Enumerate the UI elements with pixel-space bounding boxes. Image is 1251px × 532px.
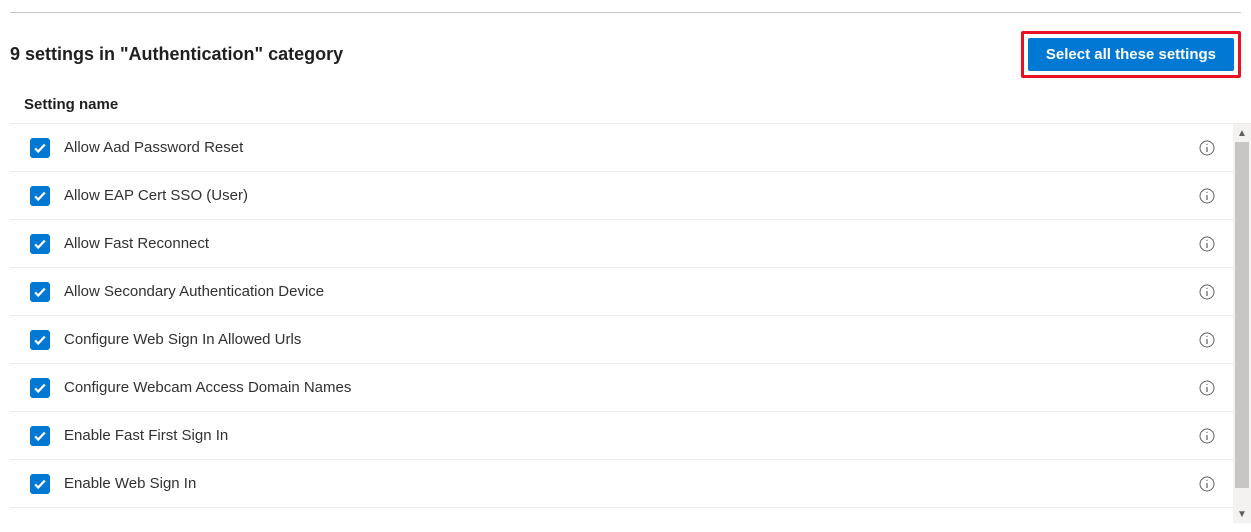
setting-row[interactable]: Configure Web Sign In Allowed Urls	[10, 316, 1233, 364]
setting-row[interactable]: Enable Web Sign In	[10, 460, 1233, 508]
info-icon[interactable]	[1199, 236, 1215, 252]
info-icon[interactable]	[1199, 332, 1215, 348]
checkbox-checked-icon[interactable]	[30, 330, 50, 350]
setting-row[interactable]: Configure Webcam Access Domain Names	[10, 364, 1233, 412]
setting-label: Allow Secondary Authentication Device	[64, 283, 1199, 300]
info-icon[interactable]	[1199, 380, 1215, 396]
setting-row[interactable]: Allow Secondary Authentication Device	[10, 268, 1233, 316]
setting-row[interactable]: Enable Fast First Sign In	[10, 412, 1233, 460]
info-icon[interactable]	[1199, 428, 1215, 444]
checkbox-checked-icon[interactable]	[30, 234, 50, 254]
scrollbar-down-arrow-icon[interactable]: ▼	[1233, 505, 1251, 523]
column-header-setting-name[interactable]: Setting name	[0, 90, 1251, 123]
checkbox-checked-icon[interactable]	[30, 282, 50, 302]
info-icon[interactable]	[1199, 284, 1215, 300]
setting-label: Allow Aad Password Reset	[64, 139, 1199, 156]
scrollbar-up-arrow-icon[interactable]: ▲	[1233, 124, 1251, 142]
setting-label: Enable Web Sign In	[64, 475, 1199, 492]
setting-label: Allow EAP Cert SSO (User)	[64, 187, 1199, 204]
select-all-highlight: Select all these settings	[1021, 31, 1241, 78]
scrollbar[interactable]: ▲ ▼	[1233, 124, 1251, 523]
checkbox-checked-icon[interactable]	[30, 378, 50, 398]
header-row: 9 settings in "Authentication" category …	[0, 13, 1251, 90]
settings-list-container: Allow Aad Password Reset Allow EAP Cert …	[10, 123, 1251, 523]
checkbox-checked-icon[interactable]	[30, 138, 50, 158]
setting-label: Configure Web Sign In Allowed Urls	[64, 331, 1199, 348]
setting-label: Configure Webcam Access Domain Names	[64, 379, 1199, 396]
checkbox-checked-icon[interactable]	[30, 426, 50, 446]
setting-row[interactable]: Allow Fast Reconnect	[10, 220, 1233, 268]
checkbox-checked-icon[interactable]	[30, 474, 50, 494]
checkbox-checked-icon[interactable]	[30, 186, 50, 206]
info-icon[interactable]	[1199, 188, 1215, 204]
page-title: 9 settings in "Authentication" category	[10, 44, 343, 65]
setting-row[interactable]: Allow Aad Password Reset	[10, 124, 1233, 172]
setting-label: Enable Fast First Sign In	[64, 427, 1199, 444]
settings-list: Allow Aad Password Reset Allow EAP Cert …	[10, 124, 1233, 523]
info-icon[interactable]	[1199, 140, 1215, 156]
setting-label: Allow Fast Reconnect	[64, 235, 1199, 252]
setting-row[interactable]: Allow EAP Cert SSO (User)	[10, 172, 1233, 220]
scrollbar-thumb[interactable]	[1235, 142, 1249, 488]
info-icon[interactable]	[1199, 476, 1215, 492]
select-all-button[interactable]: Select all these settings	[1028, 38, 1234, 71]
